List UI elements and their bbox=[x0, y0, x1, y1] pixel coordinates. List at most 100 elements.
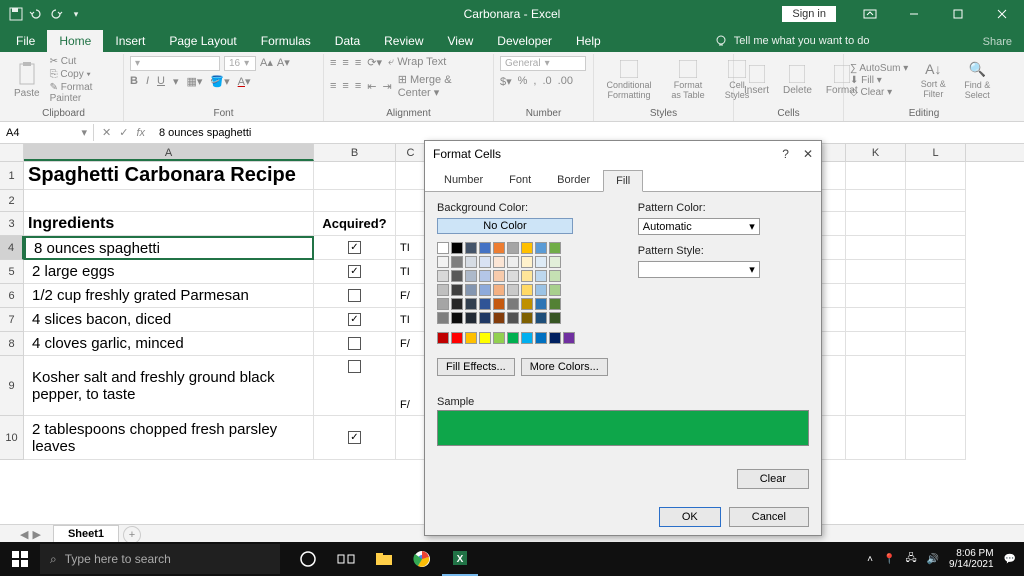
color-swatch[interactable] bbox=[535, 312, 547, 324]
cell-K3[interactable] bbox=[846, 212, 906, 236]
cell-K2[interactable] bbox=[846, 190, 906, 212]
border-button[interactable]: ▦▾ bbox=[187, 75, 203, 88]
align-left-icon[interactable]: ≡ bbox=[330, 80, 336, 92]
insert-cells-button[interactable]: Insert bbox=[740, 63, 773, 98]
cell-B9[interactable] bbox=[314, 356, 396, 416]
format-table-button[interactable]: Format as Table bbox=[664, 58, 712, 102]
name-box[interactable]: A4▾ bbox=[0, 124, 94, 141]
row-header-1[interactable]: 1 bbox=[0, 162, 24, 190]
color-swatch[interactable] bbox=[549, 312, 561, 324]
dialog-ok-button[interactable]: OK bbox=[659, 507, 721, 527]
tab-home[interactable]: Home bbox=[47, 30, 103, 52]
col-header-B[interactable]: B bbox=[314, 144, 396, 161]
align-top-icon[interactable]: ≡ bbox=[330, 57, 336, 69]
color-swatch[interactable] bbox=[549, 284, 561, 296]
cell-B7[interactable]: ✓ bbox=[314, 308, 396, 332]
minimize-icon[interactable] bbox=[892, 0, 936, 28]
row-header-9[interactable]: 9 bbox=[0, 356, 24, 416]
italic-button[interactable]: I bbox=[146, 75, 149, 88]
cell-B3[interactable]: Acquired? bbox=[314, 212, 396, 236]
fx-icon[interactable]: fx bbox=[136, 127, 145, 139]
checkbox-row7[interactable]: ✓ bbox=[348, 313, 361, 326]
color-swatch[interactable] bbox=[437, 332, 449, 344]
cell-C4[interactable]: TI bbox=[396, 236, 426, 260]
tab-formulas[interactable]: Formulas bbox=[249, 30, 323, 52]
more-colors-button[interactable]: More Colors... bbox=[521, 358, 608, 376]
color-swatch[interactable] bbox=[465, 298, 477, 310]
row-header-3[interactable]: 3 bbox=[0, 212, 24, 236]
color-swatch[interactable] bbox=[535, 270, 547, 282]
color-swatch[interactable] bbox=[493, 332, 505, 344]
add-sheet-button[interactable]: + bbox=[123, 526, 141, 544]
cell-C1[interactable] bbox=[396, 162, 426, 190]
cell-A7[interactable]: 4 slices bacon, diced bbox=[24, 308, 314, 332]
cell-C5[interactable]: TI bbox=[396, 260, 426, 284]
color-swatch[interactable] bbox=[549, 298, 561, 310]
color-swatch[interactable] bbox=[521, 284, 533, 296]
color-swatch[interactable] bbox=[465, 256, 477, 268]
cell-B8[interactable] bbox=[314, 332, 396, 356]
tab-developer[interactable]: Developer bbox=[485, 30, 564, 52]
cell-L8[interactable] bbox=[906, 332, 966, 356]
color-swatch[interactable] bbox=[479, 270, 491, 282]
save-icon[interactable] bbox=[8, 6, 24, 22]
select-all-corner[interactable] bbox=[0, 144, 24, 161]
cell-B6[interactable] bbox=[314, 284, 396, 308]
col-header-C[interactable]: C bbox=[396, 144, 426, 161]
tab-view[interactable]: View bbox=[436, 30, 486, 52]
cut-button[interactable]: ✂ Cut bbox=[50, 56, 117, 67]
dlg-tab-number[interactable]: Number bbox=[431, 169, 496, 191]
color-swatch[interactable] bbox=[563, 332, 575, 344]
dec-dec-icon[interactable]: .00 bbox=[558, 75, 573, 88]
cell-B1[interactable] bbox=[314, 162, 396, 190]
cell-L6[interactable] bbox=[906, 284, 966, 308]
ribbon-display-icon[interactable] bbox=[848, 0, 892, 28]
color-swatch[interactable] bbox=[451, 270, 463, 282]
row-header-2[interactable]: 2 bbox=[0, 190, 24, 212]
color-swatch[interactable] bbox=[507, 242, 519, 254]
color-swatch[interactable] bbox=[493, 256, 505, 268]
tray-network-icon[interactable]: 🖧 bbox=[905, 551, 916, 568]
color-swatch[interactable] bbox=[535, 242, 547, 254]
cell-K10[interactable] bbox=[846, 416, 906, 460]
cell-C3[interactable] bbox=[396, 212, 426, 236]
enter-formula-icon[interactable]: ✓ bbox=[119, 126, 128, 139]
color-swatch[interactable] bbox=[465, 270, 477, 282]
color-swatch[interactable] bbox=[451, 256, 463, 268]
color-swatch[interactable] bbox=[521, 332, 533, 344]
cell-C7[interactable]: TI bbox=[396, 308, 426, 332]
cell-L1[interactable] bbox=[906, 162, 966, 190]
color-swatch[interactable] bbox=[479, 242, 491, 254]
color-swatch[interactable] bbox=[507, 270, 519, 282]
pattern-color-combo[interactable]: Automatic▾ bbox=[638, 218, 760, 235]
color-swatch[interactable] bbox=[479, 256, 491, 268]
pattern-style-combo[interactable]: ▾ bbox=[638, 261, 760, 278]
wrap-text-button[interactable]: ⤶ Wrap Text bbox=[388, 56, 446, 69]
color-swatch[interactable] bbox=[451, 284, 463, 296]
checkbox-row10[interactable]: ✓ bbox=[348, 431, 361, 444]
cell-A3[interactable]: Ingredients bbox=[24, 212, 314, 236]
cell-C9[interactable]: F/ bbox=[396, 356, 426, 416]
qat-dropdown-icon[interactable]: ▾ bbox=[68, 6, 84, 22]
row-header-7[interactable]: 7 bbox=[0, 308, 24, 332]
cell-A4[interactable]: 8 ounces spaghetti bbox=[24, 236, 314, 260]
grow-font-icon[interactable]: A▴ bbox=[260, 56, 273, 71]
color-swatch[interactable] bbox=[479, 312, 491, 324]
col-header-A[interactable]: A bbox=[24, 144, 314, 161]
tab-pagelayout[interactable]: Page Layout bbox=[157, 30, 248, 52]
format-painter-button[interactable]: ✎ Format Painter bbox=[50, 82, 117, 104]
color-swatch[interactable] bbox=[437, 270, 449, 282]
color-swatch[interactable] bbox=[437, 284, 449, 296]
color-swatch[interactable] bbox=[479, 332, 491, 344]
merge-button[interactable]: ⊞ Merge & Center ▾ bbox=[398, 73, 487, 99]
find-select-button[interactable]: 🔍Find & Select bbox=[958, 59, 996, 102]
color-swatch[interactable] bbox=[451, 312, 463, 324]
color-swatch[interactable] bbox=[507, 332, 519, 344]
checkbox-row6[interactable] bbox=[348, 289, 361, 302]
taskview-icon[interactable] bbox=[328, 542, 364, 576]
tray-notifications-icon[interactable]: 💬 bbox=[1004, 554, 1016, 565]
chrome-icon[interactable] bbox=[404, 542, 440, 576]
paste-button[interactable]: Paste bbox=[10, 60, 44, 101]
cell-A2[interactable] bbox=[24, 190, 314, 212]
tab-review[interactable]: Review bbox=[372, 30, 435, 52]
